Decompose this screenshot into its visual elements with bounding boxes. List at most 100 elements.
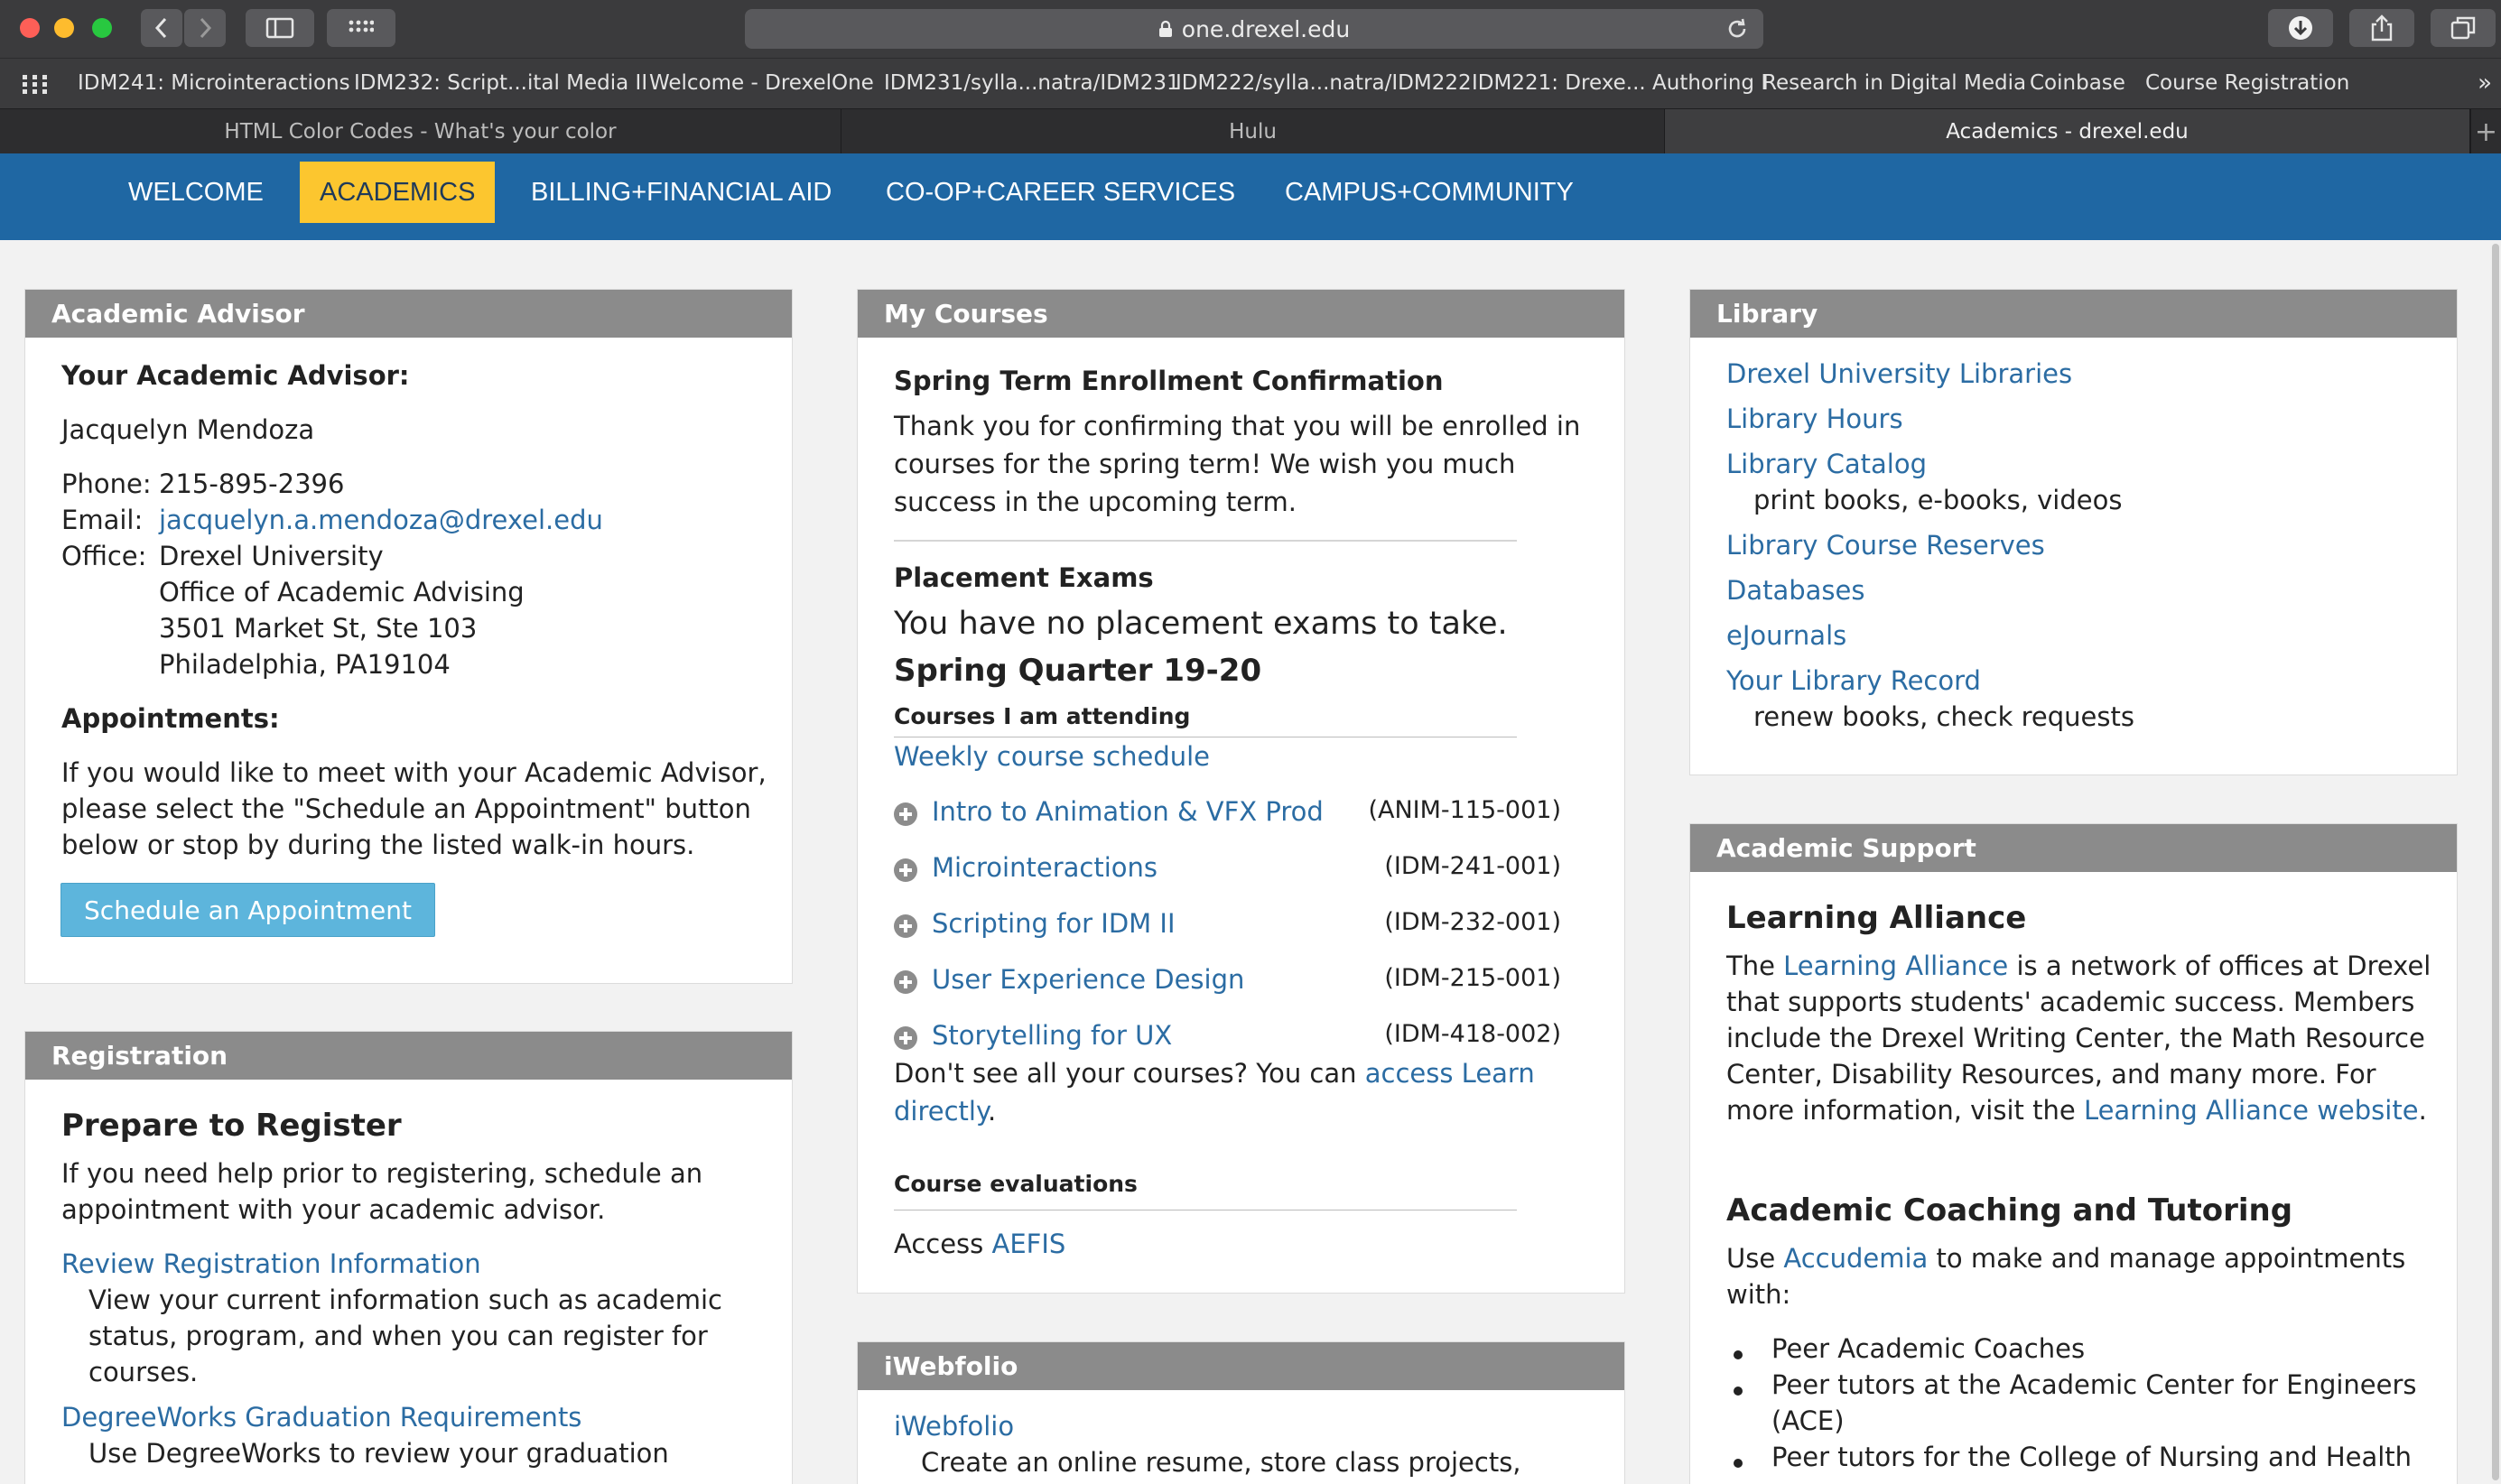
- nav-coop-career-services[interactable]: CO-OP+CAREER SERVICES: [866, 162, 1255, 223]
- bookmark-item[interactable]: IDM232: Script...ital Media II: [354, 71, 647, 95]
- degreeworks-link[interactable]: DegreeWorks Graduation Requirements: [61, 1402, 581, 1433]
- bullet-dot: [1734, 1387, 1743, 1396]
- library-link-ejournals[interactable]: eJournals: [1726, 620, 1846, 651]
- schedule-appointment-button[interactable]: Schedule an Appointment: [60, 883, 435, 937]
- browser-tab[interactable]: HTML Color Codes - What's your color: [0, 109, 841, 154]
- accudemia-link[interactable]: Accudemia: [1783, 1243, 1928, 1274]
- course-code: (ANIM-115-001): [1368, 796, 1561, 824]
- learning-alliance-website-link[interactable]: Learning Alliance website: [2084, 1095, 2419, 1126]
- course-link[interactable]: Microinteractions: [932, 852, 1158, 883]
- my-courses-panel: My Courses Spring Term Enrollment Confir…: [857, 289, 1625, 1294]
- bookmark-item[interactable]: IDM231/sylla...natra/IDM231: [884, 71, 1180, 95]
- panel-title: iWebfolio: [858, 1342, 1624, 1390]
- library-link-databases[interactable]: Databases: [1726, 575, 1864, 606]
- bookmark-item[interactable]: Welcome - DrexelOne: [649, 71, 874, 95]
- nav-billing-financial-aid[interactable]: BILLING+FINANCIAL AID: [511, 162, 851, 223]
- missing-courses-text-2: directly.: [894, 1096, 996, 1127]
- attending-label: Courses I am attending: [894, 703, 1191, 729]
- new-tab-button[interactable]: +: [2470, 109, 2501, 154]
- period: .: [988, 1096, 997, 1127]
- back-button[interactable]: [141, 9, 182, 47]
- panel-title: Academic Advisor: [25, 290, 792, 338]
- library-link-catalog[interactable]: Library Catalog: [1726, 449, 1927, 479]
- course-link[interactable]: Storytelling for UX: [932, 1020, 1172, 1051]
- chevron-right-icon: [200, 17, 212, 39]
- iwebfolio-panel: iWebfolio iWebfolio Create an online res…: [857, 1341, 1625, 1484]
- expand-plus-icon[interactable]: [894, 1026, 917, 1050]
- course-link[interactable]: Scripting for IDM II: [932, 908, 1176, 939]
- office-line: Philadelphia, PA19104: [159, 649, 451, 680]
- share-button[interactable]: [2349, 9, 2414, 47]
- grid-icon: [349, 20, 374, 32]
- review-description: courses.: [88, 1357, 199, 1387]
- expand-plus-icon[interactable]: [894, 802, 917, 826]
- weekly-schedule-link[interactable]: Weekly course schedule: [894, 741, 1210, 772]
- nav-academics[interactable]: ACADEMICS: [300, 162, 496, 223]
- download-icon: [2289, 16, 2312, 40]
- with-text: with:: [1726, 1279, 1791, 1310]
- page-scrollbar-thumb[interactable]: [2492, 244, 2499, 1480]
- nav-welcome[interactable]: WELCOME: [108, 162, 284, 223]
- minimize-window-button[interactable]: [54, 18, 74, 38]
- registration-panel: Registration Prepare to Register If you …: [24, 1031, 793, 1484]
- downloads-button[interactable]: [2268, 9, 2333, 47]
- library-link-course-reserves[interactable]: Library Course Reserves: [1726, 530, 2045, 561]
- sidebar-toggle-button[interactable]: [246, 9, 314, 47]
- academic-support-panel: Academic Support Learning Alliance The L…: [1689, 823, 2458, 1484]
- nav-campus-community[interactable]: CAMPUS+COMMUNITY: [1265, 162, 1594, 223]
- zoom-window-button[interactable]: [92, 18, 112, 38]
- course-link[interactable]: User Experience Design: [932, 964, 1244, 995]
- office-line: Office of Academic Advising: [159, 577, 525, 608]
- bookmarks-grid-icon[interactable]: [22, 74, 49, 94]
- browser-tab-active[interactable]: Academics - drexel.edu: [1665, 109, 2470, 154]
- reload-icon[interactable]: [1725, 17, 1749, 46]
- tab-bar: HTML Color Codes - What's your color Hul…: [0, 108, 2501, 154]
- missing-courses-prefix: Don't see all your courses? You can: [894, 1058, 1365, 1089]
- la-prefix: The: [1726, 951, 1784, 981]
- bookmarks-overflow-button[interactable]: »: [2478, 70, 2492, 97]
- expand-plus-icon[interactable]: [894, 914, 917, 938]
- access-learn-link[interactable]: access Learn: [1365, 1058, 1535, 1089]
- sidebar-icon: [265, 17, 294, 39]
- forward-button[interactable]: [184, 9, 226, 47]
- bookmark-item[interactable]: Research in Digital Media: [1762, 71, 2026, 95]
- lock-icon: [1158, 20, 1173, 38]
- iwebfolio-link[interactable]: iWebfolio: [894, 1411, 1014, 1442]
- course-code: (IDM-232-001): [1384, 908, 1561, 936]
- show-tabs-button[interactable]: [2431, 9, 2496, 47]
- access-learn-directly-link[interactable]: directly: [894, 1096, 988, 1127]
- tab-title: Academics - drexel.edu: [1946, 120, 2189, 144]
- office-line: 3501 Market St, Ste 103: [159, 613, 478, 644]
- bullet-dot: [1734, 1459, 1743, 1468]
- bookmark-item[interactable]: Course Registration: [2145, 71, 2349, 95]
- bookmark-item[interactable]: IDM222/sylla...natra/IDM222: [1176, 71, 1472, 95]
- aefis-link[interactable]: AEFIS: [992, 1229, 1066, 1259]
- library-link-record[interactable]: Your Library Record: [1726, 665, 1981, 696]
- email-label: Email:: [61, 505, 144, 535]
- tutoring-list-item: Peer Academic Coaches: [1771, 1333, 2086, 1364]
- appointments-text: below or stop by during the listed walk-…: [61, 830, 695, 860]
- course-link[interactable]: Intro to Animation & VFX Prod: [932, 796, 1324, 827]
- missing-courses-text: Don't see all your courses? You can acce…: [894, 1058, 1535, 1089]
- review-description: status, program, and when you can regist…: [88, 1321, 708, 1351]
- browser-tab[interactable]: Hulu: [841, 109, 1665, 154]
- appointments-heading: Appointments:: [61, 703, 280, 734]
- address-bar[interactable]: one.drexel.edu: [745, 9, 1763, 49]
- bookmark-item[interactable]: Coinbase: [2030, 71, 2125, 95]
- tab-overview-button[interactable]: [327, 9, 395, 47]
- bookmark-item[interactable]: IDM241: Microinteractions: [78, 71, 350, 95]
- academic-advisor-panel: Academic Advisor Your Academic Advisor: …: [24, 289, 793, 984]
- advisor-email-link[interactable]: jacquelyn.a.mendoza@drexel.edu: [159, 505, 603, 535]
- expand-plus-icon[interactable]: [894, 970, 917, 994]
- close-window-button[interactable]: [20, 18, 40, 38]
- learning-alliance-link[interactable]: Learning Alliance: [1783, 951, 2008, 981]
- library-link-hours[interactable]: Library Hours: [1726, 403, 1903, 434]
- bullet-dot: [1734, 1350, 1743, 1359]
- expand-plus-icon[interactable]: [894, 858, 917, 882]
- library-link-drexel-libraries[interactable]: Drexel University Libraries: [1726, 358, 2072, 389]
- degreeworks-description: Use DegreeWorks to review your graduatio…: [88, 1438, 669, 1469]
- accudemia-line: Use Accudemia to make and manage appoint…: [1726, 1243, 2405, 1274]
- library-panel: Library Drexel University Libraries Libr…: [1689, 289, 2458, 775]
- review-registration-link[interactable]: Review Registration Information: [61, 1248, 481, 1279]
- bookmark-item[interactable]: IDM221: Drexe... Authoring I: [1472, 71, 1767, 95]
